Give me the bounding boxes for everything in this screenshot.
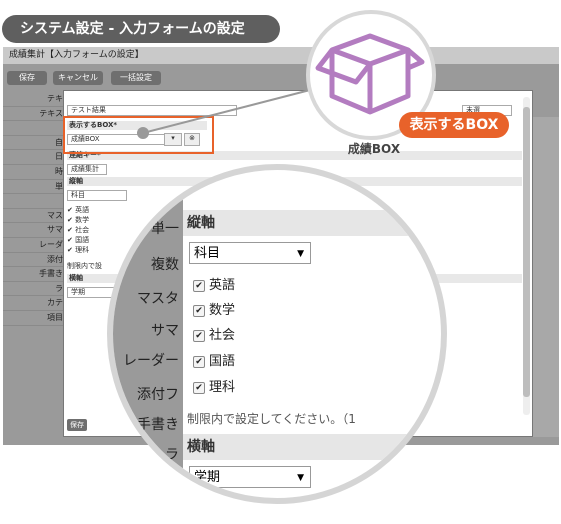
- zoom-subject-checkbox[interactable]: ✔ 理科: [193, 376, 235, 395]
- zoom-field-item[interactable]: マスタ: [137, 288, 179, 308]
- zoom-subject-label: 国語: [209, 354, 236, 369]
- zoom-subject-label: 英語: [209, 278, 236, 293]
- zoom-subject-label: 数学: [209, 303, 236, 318]
- zoom-field-item[interactable]: サマ: [151, 320, 179, 340]
- zoom-horizontal-axis-select[interactable]: 学期 ▼: [189, 466, 311, 488]
- zoom-subject-checkbox[interactable]: ✔ 数学: [193, 299, 235, 318]
- zoom-limit-hint: 制限内で設定してください。（1: [187, 412, 356, 426]
- zoom-field-item[interactable]: 複数: [151, 254, 179, 274]
- zoom-subject-checkbox[interactable]: ✔ 社会: [193, 324, 235, 343]
- zoom-vertical-value: 科目: [194, 246, 221, 261]
- zoom-subject-checkbox[interactable]: ✔ 国語: [193, 350, 235, 369]
- zoom-field-item[interactable]: 単一: [151, 218, 179, 238]
- zoom-field-item[interactable]: ラ: [165, 444, 179, 464]
- zoom-subject-label: 理科: [209, 380, 236, 395]
- zoom-field-type-list: 単一 複数 マスタ サマ レーダー 添付フ 手書き ラ テ: [113, 170, 183, 498]
- zoom-horizontal-value: 学期: [194, 470, 221, 485]
- zoom-vertical-axis-select[interactable]: 科目 ▼: [189, 242, 311, 264]
- zoom-field-item[interactable]: テ: [165, 470, 179, 490]
- zoom-subject-label: 社会: [209, 328, 236, 343]
- chevron-down-icon: ▼: [297, 249, 304, 259]
- zoom-field-item[interactable]: 手書き: [137, 414, 179, 434]
- callout-label: 表示するBOX: [399, 112, 509, 138]
- zoom-subject-checkbox[interactable]: ✔ 英語: [193, 274, 235, 293]
- chevron-down-icon: ▼: [297, 473, 304, 483]
- box-name-label: 成績BOX: [347, 142, 401, 156]
- zoom-field-item[interactable]: レーダー: [123, 350, 179, 370]
- zoom-vertical-axis-label: 縦軸: [183, 210, 441, 236]
- zoom-magnifier: 単一 複数 マスタ サマ レーダー 添付フ 手書き ラ テ 縦軸 科目 ▼ ✔ 英…: [107, 164, 447, 504]
- zoom-field-item[interactable]: 添付フ: [137, 384, 179, 404]
- zoom-horizontal-axis-label: 横軸: [183, 434, 441, 460]
